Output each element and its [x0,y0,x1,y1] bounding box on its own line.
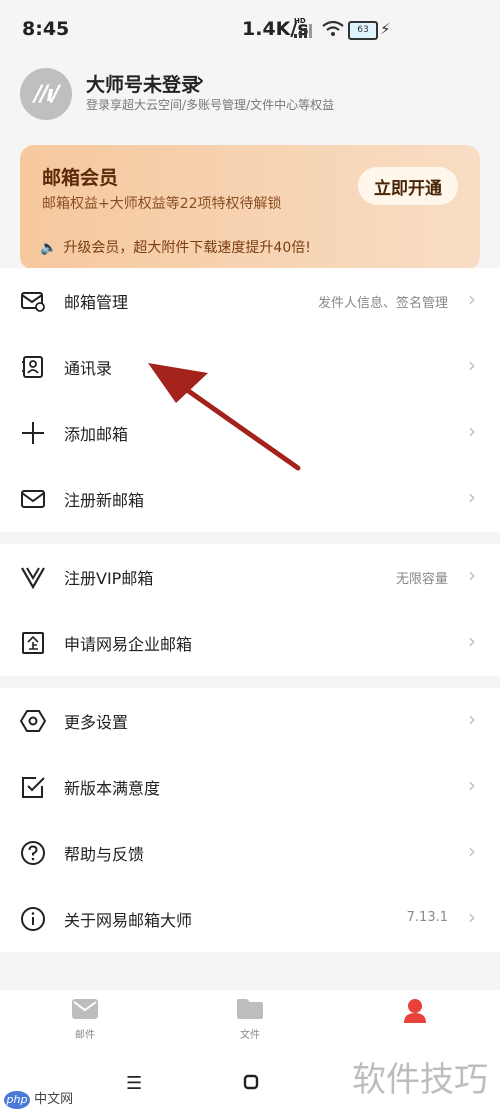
chevron-right-icon: › [468,563,476,587]
profile-tab-icon [404,999,426,1023]
menu-item-about[interactable]: 关于网易邮箱大师 7.13.1 › [0,886,500,952]
menu-label: 注册新邮箱 [64,491,145,510]
watermark-logo: php 中文网 [4,1088,73,1109]
speaker-icon: 🔈 [40,240,58,256]
chevron-right-icon: › [468,839,476,863]
signal-icon [294,24,312,38]
tab-files[interactable]: 文件 [200,998,300,1041]
checkbox-icon [22,777,45,798]
menu-extra: 无限容量 [395,572,448,587]
vip-notice-text: 升级会员，超大附件下载速度提升40倍! [63,240,311,256]
battery-icon: 63 [348,21,378,40]
chevron-right-icon: › [468,707,476,731]
app-logo-icon: //ı/ [34,81,60,107]
menu-item-register-vip[interactable]: 注册VIP邮箱 无限容量 › [0,544,500,610]
vip-card[interactable]: 邮箱会员 邮箱权益+大师权益等22项特权待解锁 立即开通 🔈 升级会员，超大附件下… [20,145,480,270]
menu-label: 通讯录 [64,359,113,378]
open-vip-button[interactable]: 立即开通 [358,167,458,205]
chevron-right-icon: › [468,773,476,797]
plus-icon [22,422,44,444]
annotation-arrow-icon [148,363,301,471]
bottom-tab-bar: 邮件 文件 [0,990,500,1060]
login-subtitle: 登录享超大云空间/多账号管理/文件中心等权益 [86,98,335,112]
menu-label: 帮助与反馈 [64,845,145,864]
wifi-icon [322,21,344,36]
chevron-right-icon: › [468,485,476,509]
settings-hexagon-icon [20,710,46,732]
chevron-right-icon: › [468,905,476,929]
contacts-icon [22,356,43,378]
avatar[interactable]: //ı/ [20,68,72,120]
menu-extra: 发件人信息、签名管理 [317,296,448,311]
version-text: 7.13.1 [406,910,448,925]
menu-nav-icon[interactable]: ☰ [126,1073,142,1094]
status-bar: 8:45 1.4K/s HD 63 ⚡ [0,0,500,60]
menu-group-register: 注册VIP邮箱 无限容量 › 申请网易企业邮箱 › [0,544,500,676]
php-badge: php [4,1091,30,1109]
menu-label: 新版本满意度 [64,779,161,798]
mail-icon [21,490,45,508]
menu-item-enterprise[interactable]: 申请网易企业邮箱 › [0,610,500,676]
chevron-right-icon: › [468,287,476,311]
enterprise-icon [22,632,44,654]
menu-label: 邮箱管理 [64,293,129,312]
tab-label: 文件 [240,1030,260,1041]
mail-settings-icon [21,292,45,312]
menu-label: 注册VIP邮箱 [64,569,154,588]
menu-label: 申请网易企业邮箱 [64,635,193,654]
profile-header[interactable]: //ı/ 大师号未登录 › 登录享超大云空间/多账号管理/文件中心等权益 [0,60,500,140]
home-nav-icon[interactable] [243,1074,259,1090]
charging-icon: ⚡ [380,20,391,38]
chevron-right-icon: › [468,419,476,443]
menu-label: 添加邮箱 [64,425,129,444]
status-time: 8:45 [22,18,70,40]
watermark-text: 软件技巧 [352,1060,488,1100]
tab-me[interactable] [365,998,465,1030]
info-icon [21,907,45,931]
menu-label: 关于网易邮箱大师 [64,911,193,930]
vip-v-icon [21,567,45,590]
vip-subtitle: 邮箱权益+大师权益等22项特权待解锁 [42,196,282,212]
help-icon [21,841,45,865]
login-title[interactable]: 大师号未登录 [86,70,200,97]
chevron-right-icon: › [468,629,476,653]
menu-item-help[interactable]: 帮助与反馈 › [0,820,500,886]
chevron-right-icon: › [196,68,205,92]
folder-tab-icon [237,999,263,1019]
menu-item-satisfaction[interactable]: 新版本满意度 › [0,754,500,820]
vip-title: 邮箱会员 [42,167,119,189]
watermark-site: 中文网 [34,1092,74,1107]
tab-mail[interactable]: 邮件 [35,998,135,1041]
tab-label: 邮件 [75,1030,95,1041]
chevron-right-icon: › [468,353,476,377]
vip-notice[interactable]: 🔈 升级会员，超大附件下载速度提升40倍! [40,237,311,257]
menu-item-mail-manage[interactable]: 邮箱管理 发件人信息、签名管理 › [0,268,500,334]
menu-group-settings: 更多设置 › 新版本满意度 › 帮助与反馈 › 关于网易邮箱大师 7.13.1 … [0,688,500,952]
menu-item-more-settings[interactable]: 更多设置 › [0,688,500,754]
mail-tab-icon [72,999,98,1019]
menu-label: 更多设置 [64,713,129,732]
